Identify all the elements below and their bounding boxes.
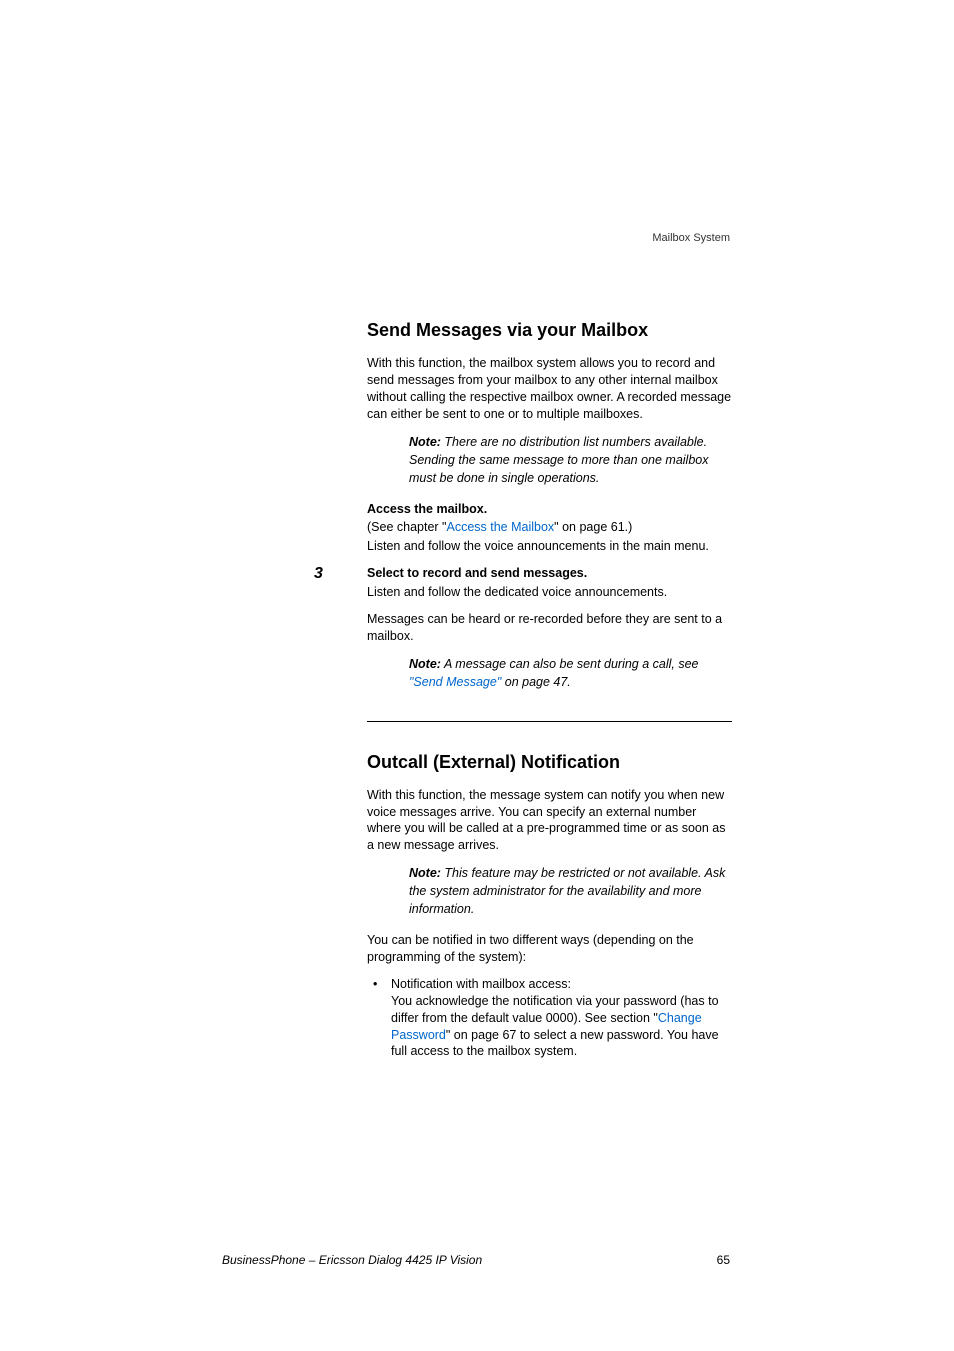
step-3-bold: Select to record and send messages. bbox=[367, 565, 732, 582]
section1-title: Send Messages via your Mailbox bbox=[367, 320, 732, 341]
note-block-2: Note: A message can also be sent during … bbox=[409, 655, 732, 691]
bullet-1-body: You acknowledge the notification via you… bbox=[391, 993, 732, 1061]
step-3-block: 3 Select to record and send messages. Li… bbox=[367, 565, 732, 691]
page-number: 65 bbox=[717, 1253, 730, 1267]
footer-product: BusinessPhone – Ericsson Dialog 4425 IP … bbox=[222, 1253, 482, 1267]
access-mailbox-bold: Access the mailbox. bbox=[367, 501, 732, 518]
ref-suffix: " on page 61.) bbox=[554, 520, 632, 534]
header-section: Mailbox System bbox=[652, 232, 730, 244]
note1-label: Note: bbox=[409, 435, 441, 449]
section2-ways: You can be notified in two different way… bbox=[367, 932, 732, 966]
access-mailbox-refline: (See chapter "Access the Mailbox" on pag… bbox=[367, 519, 732, 536]
bullet-1-line1: Notification with mailbox access: bbox=[391, 976, 732, 993]
section2-title: Outcall (External) Notification bbox=[367, 752, 732, 773]
note-block-3: Note: This feature may be restricted or … bbox=[409, 864, 732, 918]
note2-text-b: on page 47. bbox=[501, 675, 571, 689]
access-mailbox-step: Access the mailbox. (See chapter "Access… bbox=[367, 501, 732, 556]
note2-text-a: A message can also be sent during a call… bbox=[441, 657, 699, 671]
bullet-1: • Notification with mailbox access: You … bbox=[367, 976, 732, 1060]
access-mailbox-listen: Listen and follow the voice announcement… bbox=[367, 538, 732, 555]
access-mailbox-link[interactable]: Access the Mailbox bbox=[446, 520, 554, 534]
section2-intro: With this function, the message system c… bbox=[367, 787, 732, 855]
note-block-1: Note: There are no distribution list num… bbox=[409, 433, 732, 487]
ref-prefix: (See chapter " bbox=[367, 520, 446, 534]
send-message-link[interactable]: "Send Message" bbox=[409, 675, 501, 689]
note3-label: Note: bbox=[409, 866, 441, 880]
page-content: Send Messages via your Mailbox With this… bbox=[367, 320, 732, 1060]
bullet-dot-icon: • bbox=[373, 976, 377, 993]
note2-label: Note: bbox=[409, 657, 441, 671]
section1-intro: With this function, the mailbox system a… bbox=[367, 355, 732, 423]
note3-text: This feature may be restricted or not av… bbox=[409, 866, 725, 916]
section-divider bbox=[367, 721, 732, 722]
step-3-para2: Messages can be heard or re-recorded bef… bbox=[367, 611, 732, 645]
note1-text: There are no distribution list numbers a… bbox=[409, 435, 708, 485]
step-3-marker: 3 bbox=[314, 565, 323, 583]
page-footer: BusinessPhone – Ericsson Dialog 4425 IP … bbox=[222, 1253, 730, 1267]
step-3-listen: Listen and follow the dedicated voice an… bbox=[367, 584, 732, 601]
